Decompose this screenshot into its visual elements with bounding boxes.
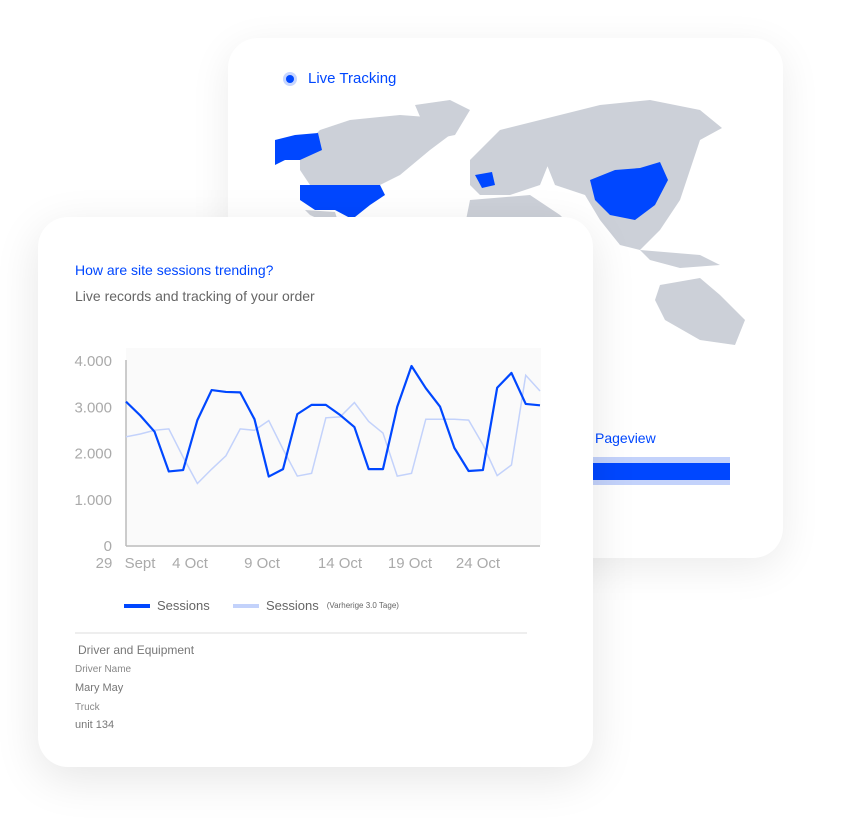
sessions-card: How are site sessions trending? Live rec… bbox=[38, 217, 593, 767]
x-tick-label: 4 Oct bbox=[172, 555, 209, 572]
x-tick-label: 24 Oct bbox=[456, 555, 501, 572]
legend-note: (Varherige 3.0 Tage) bbox=[326, 601, 399, 610]
plot-background bbox=[126, 348, 541, 545]
legend-swatch bbox=[124, 603, 150, 608]
x-tick-label: Sept bbox=[125, 555, 157, 572]
section-title: Driver and Equipment bbox=[78, 643, 195, 657]
y-tick-label: 2.000 bbox=[74, 446, 112, 463]
field-value-driver: Mary May bbox=[75, 682, 124, 694]
live-tracking-indicator: Live Tracking bbox=[286, 70, 396, 87]
map-australia bbox=[655, 278, 745, 345]
field-value-truck: unit 134 bbox=[75, 719, 115, 731]
map-indonesia bbox=[640, 250, 720, 268]
x-tick-label: 14 Oct bbox=[318, 555, 363, 572]
legend-label: Sessions bbox=[266, 598, 319, 613]
live-dot-icon bbox=[286, 74, 294, 83]
x-tick-label: 19 Oct bbox=[388, 555, 433, 572]
legend-item-sessions-previous: Sessions (Varherige 3.0 Tage) bbox=[233, 598, 399, 613]
field-label-driver: Driver Name bbox=[75, 664, 132, 675]
legend-label: Sessions bbox=[157, 598, 210, 613]
x-tick-label: 9 Oct bbox=[244, 555, 281, 572]
pageview-label: Pageview bbox=[595, 430, 656, 446]
divider bbox=[75, 632, 527, 634]
y-tick-label: 3.000 bbox=[74, 399, 112, 416]
field-label-truck: Truck bbox=[75, 702, 100, 713]
legend-swatch bbox=[233, 603, 259, 608]
y-tick-label: 4.000 bbox=[74, 353, 112, 370]
live-tracking-label: Live Tracking bbox=[308, 70, 397, 87]
legend-item-sessions: Sessions bbox=[124, 598, 210, 613]
y-tick-label: 1.000 bbox=[74, 492, 112, 509]
y-tick-label: 0 bbox=[104, 538, 112, 555]
x-tick-label: 29 bbox=[96, 555, 113, 572]
